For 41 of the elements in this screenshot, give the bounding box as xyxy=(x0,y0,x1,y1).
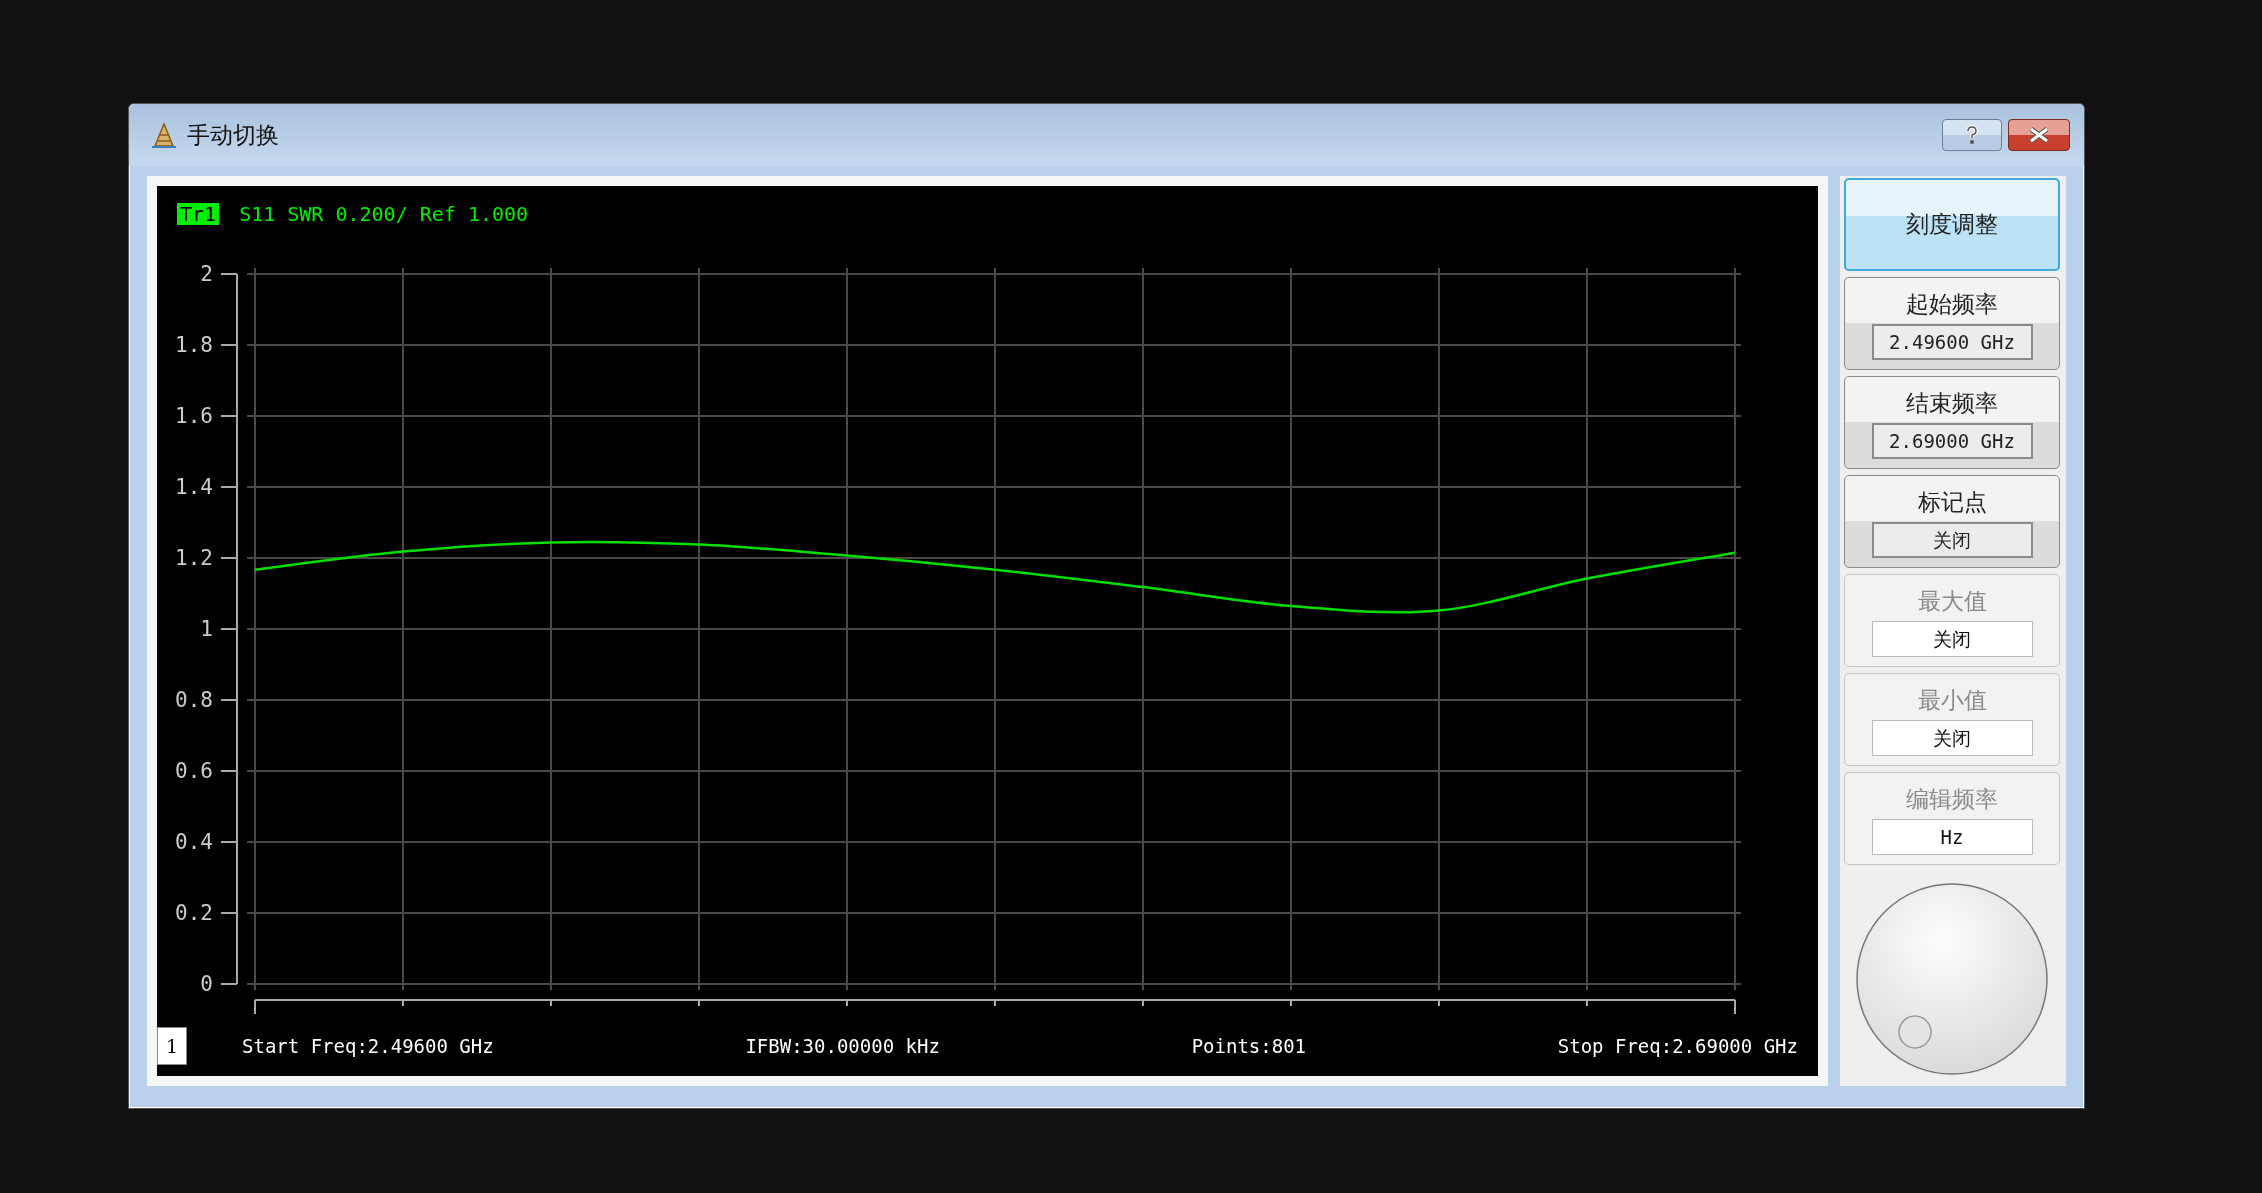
setting-button[interactable]: 结束频率 2.69000 GHz xyxy=(1844,376,2060,469)
axis-tick-label: 1.2 xyxy=(175,546,213,570)
rotary-knob[interactable] xyxy=(1855,881,2049,1076)
axis-tick-label: 2 xyxy=(200,262,213,286)
axis-tick-label: 0.2 xyxy=(175,901,213,925)
value-field: 关闭 xyxy=(1871,620,2033,657)
setting-label: 最大值 xyxy=(1917,587,1987,617)
axis-tick-label: 0.4 xyxy=(175,830,213,854)
close-icon xyxy=(2028,127,2050,143)
setting-label: 编辑频率 xyxy=(1906,785,1998,815)
setting-button[interactable]: 标记点 关闭 xyxy=(1844,475,2060,568)
axis-tick-label: 0 xyxy=(200,972,213,996)
value-field: 关闭 xyxy=(1871,719,2033,756)
scale-button[interactable]: 刻度调整 xyxy=(1844,178,2060,271)
setting-label: 结束频率 xyxy=(1906,389,1998,419)
status-text: Points:801 xyxy=(1191,1033,1307,1059)
axis-tick-label: 1.8 xyxy=(175,333,213,357)
value-field: 2.49600 GHz xyxy=(1871,323,2033,360)
setting-label: 起始频率 xyxy=(1906,290,1998,320)
status-text: Stop Freq:2.69000 GHz xyxy=(1557,1033,1798,1059)
trace-badge: Tr1 xyxy=(177,203,220,225)
trace-label: S11 SWR 0.200/ Ref 1.000 xyxy=(239,201,529,228)
status-text: IFBW:30.00000 kHz xyxy=(745,1033,940,1059)
status-text: Start Freq:2.49600 GHz xyxy=(242,1033,494,1059)
help-icon xyxy=(1965,125,1979,145)
setting-label: 标记点 xyxy=(1917,488,1987,518)
axis-tick-label: 1.6 xyxy=(175,404,213,428)
axis-tick-label: 0.6 xyxy=(175,759,213,783)
channel-number: 1 xyxy=(157,1027,187,1065)
tower-icon xyxy=(151,121,177,149)
setting-button[interactable]: 起始频率 2.49600 GHz xyxy=(1844,277,2060,370)
value-field: 2.69000 GHz xyxy=(1871,422,2033,459)
value-field: 关闭 xyxy=(1871,521,2033,558)
axis-tick-label: 1.4 xyxy=(175,475,213,499)
help-button[interactable] xyxy=(1942,119,2002,151)
close-button[interactable] xyxy=(2008,119,2070,151)
value-field: Hz xyxy=(1871,818,2033,855)
window-title: 手动切换 xyxy=(187,120,279,150)
axis-tick-label: 1 xyxy=(200,617,213,641)
setting-label: 最小值 xyxy=(1917,686,1987,716)
axis-tick-label: 0.8 xyxy=(175,688,213,712)
